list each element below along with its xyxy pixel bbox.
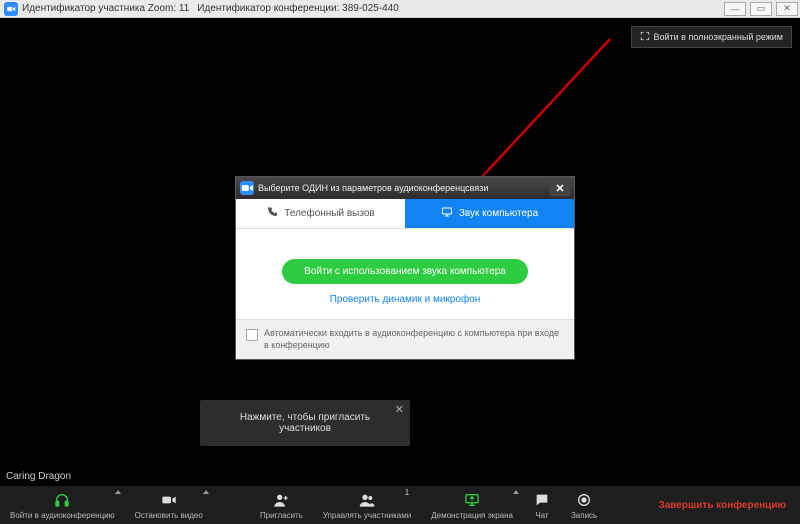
tab-computer-audio[interactable]: Звук компьютера xyxy=(405,199,574,228)
record-label: Запись xyxy=(571,511,597,520)
chevron-up-icon[interactable] xyxy=(115,490,121,494)
enter-fullscreen-button[interactable]: Войти в полноэкранный режим xyxy=(631,26,793,48)
tooltip-close-button[interactable]: ✕ xyxy=(395,403,404,416)
tab-computer-label: Звук компьютера xyxy=(459,208,538,219)
fullscreen-icon xyxy=(640,31,650,43)
zoom-logo-icon xyxy=(240,181,254,195)
meeting-toolbar: Войти в аудиоконференцию Остановить виде… xyxy=(0,486,800,524)
camera-icon xyxy=(160,492,178,510)
headphones-icon xyxy=(53,492,71,510)
dialog-title: Выберите ОДИН из параметров аудиоконфере… xyxy=(258,183,550,193)
participants-icon xyxy=(358,492,376,510)
chat-button[interactable]: Чат xyxy=(523,486,561,524)
invite-button[interactable]: Пригласить xyxy=(250,486,313,524)
window-close-button[interactable]: ✕ xyxy=(776,2,798,16)
invite-tooltip: ✕ Нажмите, чтобы пригласить участников xyxy=(200,400,410,446)
invite-label: Пригласить xyxy=(260,511,303,520)
record-button[interactable]: Запись xyxy=(561,486,607,524)
window-minimize-button[interactable]: — xyxy=(724,2,746,16)
auto-join-audio-label: Автоматически входить в аудиоконференцию… xyxy=(264,328,564,351)
stop-video-label: Остановить видео xyxy=(135,511,203,520)
monitor-icon xyxy=(441,206,453,221)
join-audio-label: Войти в аудиоконференцию xyxy=(10,511,115,520)
audio-options-dialog: Выберите ОДИН из параметров аудиоконфере… xyxy=(235,176,575,360)
auto-join-audio-checkbox[interactable] xyxy=(246,329,258,341)
chevron-up-icon[interactable] xyxy=(203,490,209,494)
join-with-computer-audio-button[interactable]: Войти с использованием звука компьютера xyxy=(282,259,528,284)
manage-participants-button[interactable]: 1 Управлять участниками xyxy=(313,486,421,524)
share-screen-button[interactable]: Демонстрация экрана xyxy=(421,486,523,524)
stop-video-button[interactable]: Остановить видео xyxy=(125,486,213,524)
invite-icon xyxy=(272,492,290,510)
end-meeting-button[interactable]: Завершить конференцию xyxy=(644,500,800,511)
join-audio-button[interactable]: Войти в аудиоконференцию xyxy=(0,486,125,524)
share-screen-label: Демонстрация экрана xyxy=(431,511,513,520)
participant-id-text: Идентификатор участника Zoom: 11 xyxy=(22,3,189,14)
test-speaker-mic-link[interactable]: Проверить динамик и микрофон xyxy=(246,294,564,305)
participants-count-badge: 1 xyxy=(405,488,409,497)
chat-icon xyxy=(533,492,551,510)
participant-name-label: Caring Dragon xyxy=(6,471,71,482)
share-screen-icon xyxy=(463,492,481,510)
chat-label: Чат xyxy=(535,511,548,520)
conference-id-text: Идентификатор конференции: 389-025-440 xyxy=(197,3,399,14)
record-icon xyxy=(575,492,593,510)
chevron-up-icon[interactable] xyxy=(513,490,519,494)
zoom-logo-icon xyxy=(4,2,18,16)
window-titlebar: Идентификатор участника Zoom: 11 Идентиф… xyxy=(0,0,800,18)
window-maximize-button[interactable]: ▭ xyxy=(750,2,772,16)
manage-participants-label: Управлять участниками xyxy=(323,511,411,520)
tab-phone-call[interactable]: Телефонный вызов xyxy=(236,199,405,228)
video-area: Войти в полноэкранный режим Выберите ОДИ… xyxy=(0,18,800,486)
phone-icon xyxy=(266,206,278,221)
invite-tooltip-text: Нажмите, чтобы пригласить участников xyxy=(240,412,370,434)
dialog-titlebar: Выберите ОДИН из параметров аудиоконфере… xyxy=(236,177,574,199)
tab-phone-label: Телефонный вызов xyxy=(284,208,374,219)
dialog-close-button[interactable]: ✕ xyxy=(550,180,570,196)
fullscreen-label: Войти в полноэкранный режим xyxy=(654,32,784,42)
